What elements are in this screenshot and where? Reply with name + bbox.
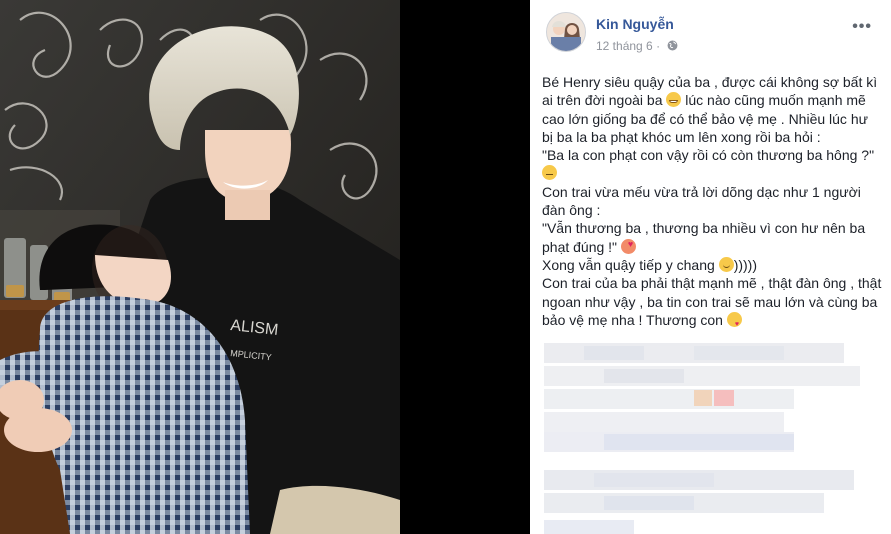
post-meta: 12 tháng 6 ·: [596, 39, 678, 53]
post-panel: Kin Nguyễn 12 tháng 6 · ••• Bé Henry siê…: [530, 0, 891, 534]
post-paragraph-5: Xong vẫn quậy tiếp y chang ))))): [542, 256, 757, 273]
photo-image: ALISM MPLICITY: [0, 0, 400, 534]
post-body: Bé Henry siêu quậy của ba , được cái khô…: [542, 73, 882, 334]
grin-emoji-icon: [666, 92, 682, 108]
kiss-emoji-icon: [726, 311, 742, 334]
neutral-face-emoji-icon: [542, 165, 557, 181]
globe-icon[interactable]: [667, 40, 678, 51]
post-header: Kin Nguyễn 12 tháng 6 · •••: [546, 12, 876, 56]
blurred-text-block-2: [544, 470, 860, 534]
post-date[interactable]: 12 tháng 6: [596, 39, 653, 53]
post-paragraph-2: "Ba la con phạt con vậy rồi có còn thươn…: [542, 146, 882, 183]
post-paragraph-1: Bé Henry siêu quậy của ba , được cái khô…: [542, 74, 878, 145]
author-name[interactable]: Kin Nguyễn: [596, 16, 674, 32]
author-avatar[interactable]: [546, 12, 586, 52]
post-paragraph-3: Con trai vừa mếu vừa trả lời dõng dạc nh…: [542, 183, 861, 219]
post-photo[interactable]: ALISM MPLICITY: [0, 0, 400, 534]
post-paragraph-4: "Vẫn thương ba , thương ba nhiều vì con …: [542, 219, 882, 256]
post-paragraph-6: Con trai của ba phải thật mạnh mẽ , thật…: [542, 274, 882, 334]
smiling-hearts-emoji-icon: [620, 235, 636, 254]
smile-emoji-icon: [718, 256, 734, 272]
blurred-text-block-1: [544, 343, 860, 453]
more-options-icon[interactable]: •••: [852, 18, 872, 36]
